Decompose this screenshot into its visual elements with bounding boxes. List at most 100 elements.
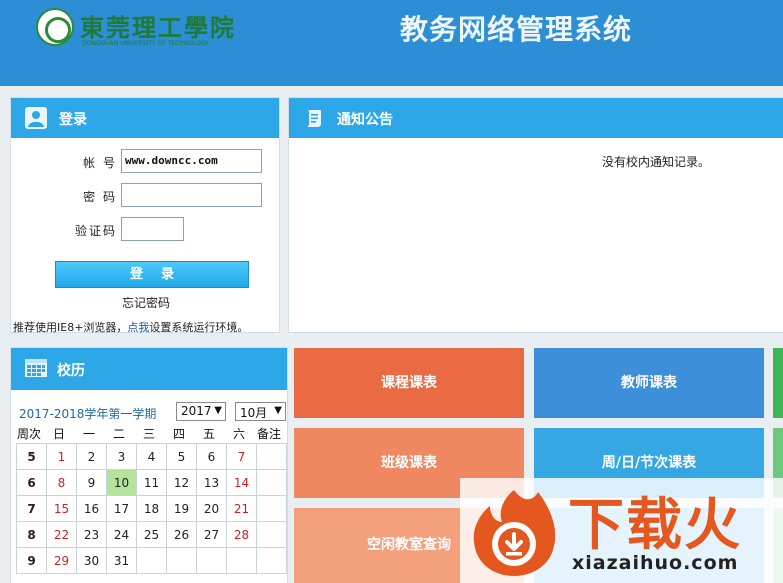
calendar-day[interactable]: 26 — [166, 521, 197, 548]
login-button[interactable]: 登录 — [55, 261, 249, 288]
account-row: 帐 号 www.downcc.com — [11, 149, 281, 175]
calendar-title: 校历 — [57, 363, 85, 379]
calendar-day[interactable]: 16 — [76, 495, 107, 522]
captcha-label: 验证码 — [74, 224, 117, 238]
browser-recommendation: 推荐使用IE8+浏览器，点我设置系统运行环境。 — [13, 319, 248, 335]
calendar-day[interactable]: 7 — [226, 443, 257, 470]
calendar-day[interactable]: 30 — [76, 547, 107, 574]
calendar-week-row: 6 8 9 10 11 12 13 14 — [16, 469, 287, 496]
calendar-day[interactable]: 10 — [106, 469, 137, 496]
calendar-day[interactable]: 31 — [106, 547, 137, 574]
month-select[interactable]: 10月 ▼ — [235, 402, 286, 421]
week-number: 8 — [16, 521, 47, 548]
week-note — [256, 469, 287, 496]
calendar-day[interactable]: 27 — [196, 521, 227, 548]
calendar-week-row: 9 29 30 31 — [16, 547, 287, 574]
teacher-schedule-tile[interactable]: 教师课表 — [534, 348, 764, 418]
week-number: 9 — [16, 547, 47, 574]
logo-chinese-name: 東莞理工學院 — [80, 13, 236, 42]
calendar-day[interactable]: 20 — [196, 495, 227, 522]
school-emblem-icon — [36, 8, 74, 46]
login-panel-header: 登录 — [11, 98, 279, 138]
setup-environment-link[interactable]: 点我 — [127, 321, 149, 334]
calendar-day[interactable]: 1 — [46, 443, 77, 470]
header-sun: 日 — [52, 427, 65, 441]
header-sat: 六 — [232, 427, 245, 441]
calendar-day[interactable]: 15 — [46, 495, 77, 522]
calendar-empty-cell — [166, 547, 197, 574]
calendar-day[interactable]: 12 — [166, 469, 197, 496]
calendar-day[interactable]: 3 — [106, 443, 137, 470]
calendar-day[interactable]: 25 — [136, 521, 167, 548]
calendar-panel: 校历 2017-2018学年第一学期 2017 ▼ 10月 ▼ 周次 日 一 二 三… — [10, 347, 288, 583]
calendar-header-row: 周次 日 一 二 三 四 五 六 备注 — [11, 423, 289, 441]
header-wed: 三 — [142, 427, 155, 441]
notice-panel-header: 通知公告 — [289, 98, 783, 138]
forgot-password-link[interactable]: 忘记密码 — [11, 294, 281, 311]
calendar-empty-cell — [226, 547, 257, 574]
header-tue: 二 — [112, 427, 125, 441]
calendar-day[interactable]: 22 — [46, 521, 77, 548]
user-icon — [25, 107, 47, 129]
recommend-suffix: 设置系统运行环境。 — [149, 321, 249, 334]
password-row: 密 码 — [11, 183, 281, 209]
logo-english-name: DONGGUAN UNIVERSITY OF TECHNOLOGY — [82, 40, 209, 47]
week-number: 6 — [16, 469, 47, 496]
calendar-day[interactable]: 9 — [76, 469, 107, 496]
calendar-empty-cell — [136, 547, 167, 574]
calendar-week-row: 51234567 — [16, 443, 287, 470]
teacher-schedule-label: 教师课表 — [621, 375, 677, 391]
flame-logo-icon — [473, 490, 556, 576]
calendar-day[interactable]: 24 — [106, 521, 137, 548]
calendar-day[interactable]: 4 — [136, 443, 167, 470]
captcha-input[interactable] — [121, 217, 184, 241]
course-schedule-tile[interactable]: 课程课表 — [294, 348, 524, 418]
header-fri: 五 — [202, 427, 215, 441]
week-note — [256, 495, 287, 522]
calendar-day[interactable]: 18 — [136, 495, 167, 522]
recommend-prefix: 推荐使用IE8+浏览器， — [13, 321, 128, 334]
header-banner: 東莞理工學院 DONGGUAN UNIVERSITY OF TECHNOLOGY… — [0, 0, 783, 86]
password-label: 密 码 — [83, 190, 117, 204]
calendar-day[interactable]: 23 — [76, 521, 107, 548]
calendar-day[interactable]: 21 — [226, 495, 257, 522]
calendar-empty-cell — [196, 547, 227, 574]
calendar-day[interactable]: 2 — [76, 443, 107, 470]
header-mon: 一 — [82, 427, 95, 441]
academic-term: 2017-2018学年第一学期 — [19, 407, 157, 421]
account-input[interactable]: www.downcc.com — [121, 149, 262, 173]
week-note — [256, 443, 287, 470]
header-note: 备注 — [256, 427, 281, 441]
week-note — [256, 521, 287, 548]
calendar-day[interactable]: 6 — [196, 443, 227, 470]
watermark: 下载火 xiazaihuo.com — [460, 478, 783, 583]
watermark-url: xiazaihuo.com — [572, 552, 739, 574]
calendar-day[interactable]: 5 — [166, 443, 197, 470]
notice-empty-message: 没有校内通知记录。 — [602, 155, 711, 169]
system-title: 教务网络管理系统 — [400, 13, 633, 46]
calendar-week-row: 8 22 23 24 25 26 27 28 — [16, 521, 287, 548]
calendar-day[interactable]: 17 — [106, 495, 137, 522]
calendar-day[interactable]: 14 — [226, 469, 257, 496]
page: 東莞理工學院 DONGGUAN UNIVERSITY OF TECHNOLOGY… — [0, 0, 783, 583]
header-thu: 四 — [172, 427, 185, 441]
week-number: 5 — [16, 443, 47, 470]
week-number: 7 — [16, 495, 47, 522]
login-title: 登录 — [59, 112, 87, 128]
month-select-value: 10月 — [240, 406, 268, 420]
green-tile-edge[interactable] — [773, 348, 783, 418]
calendar-day[interactable]: 29 — [46, 547, 77, 574]
notice-title: 通知公告 — [337, 112, 393, 128]
calendar-day[interactable]: 8 — [46, 469, 77, 496]
calendar-day[interactable]: 11 — [136, 469, 167, 496]
dropdown-arrow-icon: ▼ — [274, 405, 282, 416]
year-select[interactable]: 2017 ▼ — [176, 402, 226, 421]
calendar-day[interactable]: 13 — [196, 469, 227, 496]
calendar-day[interactable]: 28 — [226, 521, 257, 548]
calendar-table: 5 1 2 3 4 5 6 7 6 8 9 10 11 12 13 14 7 15 16 17 18 19 20 21 8 22 2… — [16, 443, 287, 574]
notice-panel: 通知公告 没有校内通知记录。 — [288, 97, 783, 333]
dropdown-arrow-icon: ▼ — [214, 405, 222, 416]
class-schedule-label: 班级课表 — [381, 455, 437, 471]
password-input[interactable] — [121, 183, 262, 207]
calendar-day[interactable]: 19 — [166, 495, 197, 522]
